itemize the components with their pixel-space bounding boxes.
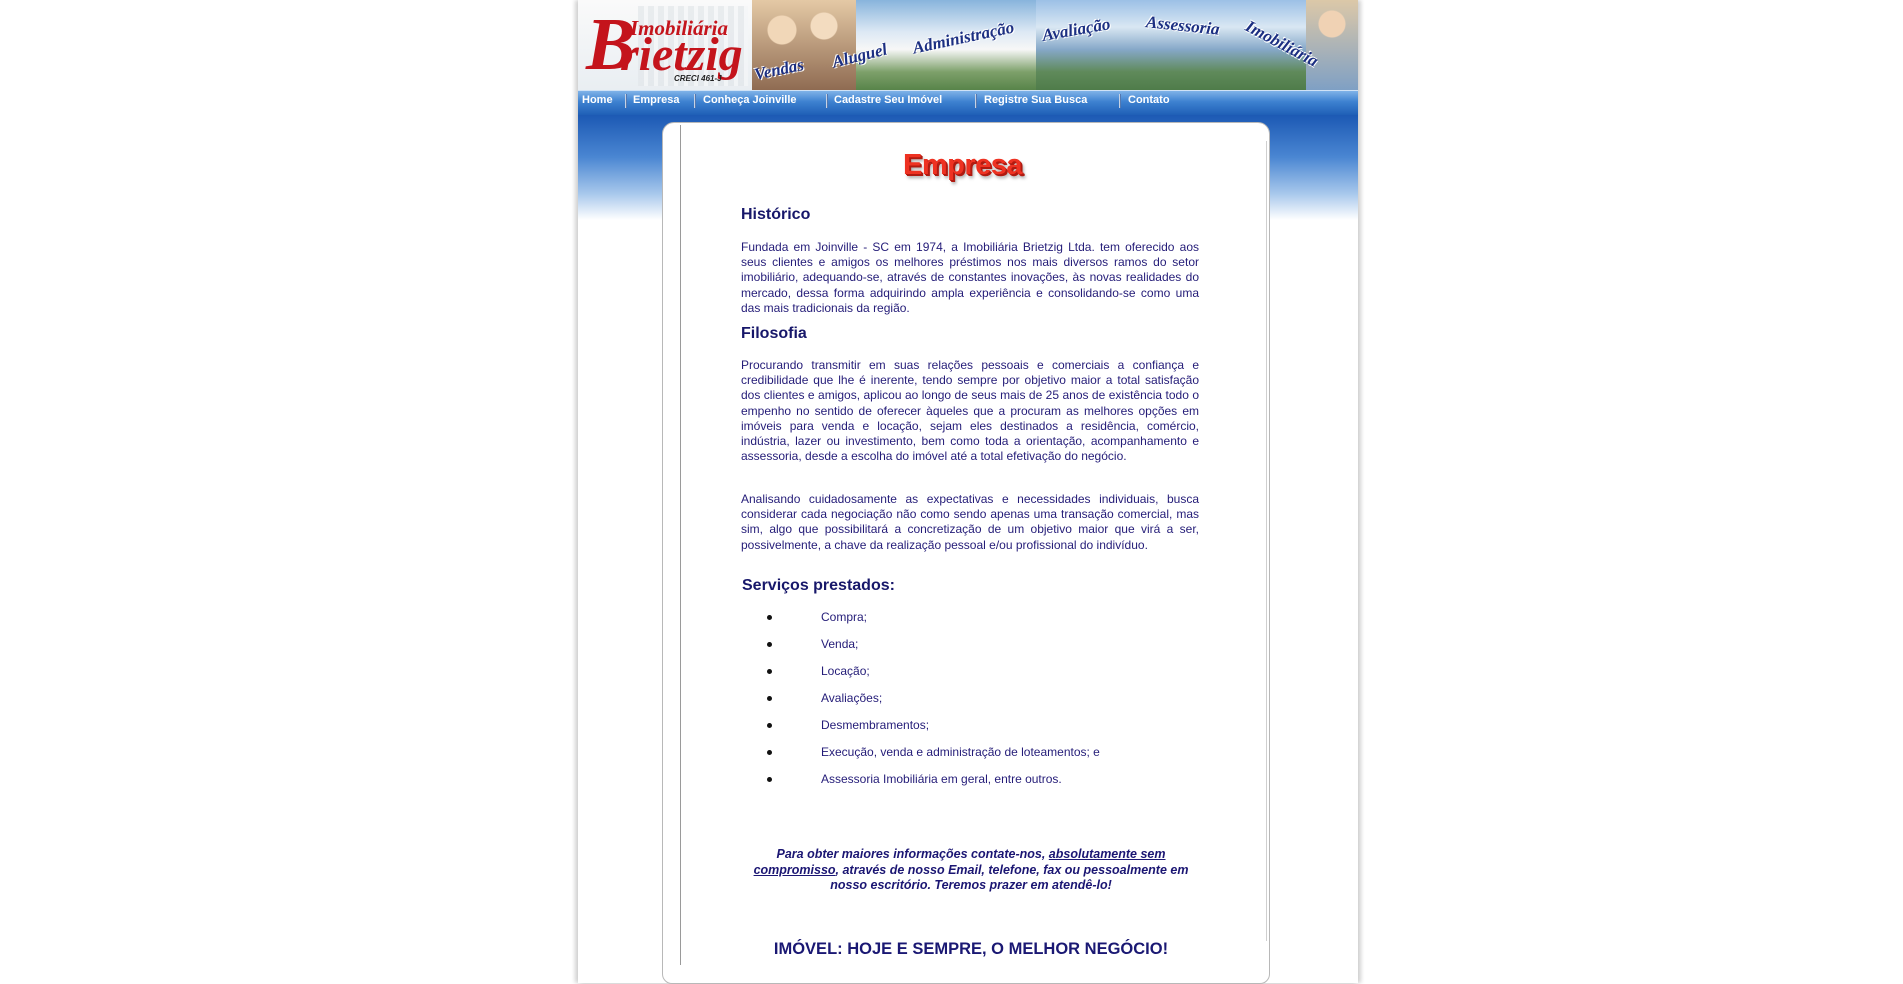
contact-note: Para obter maiores informações contate-n… — [741, 847, 1201, 894]
logo-creci: CRECI 461-J — [674, 74, 722, 83]
bullet-icon — [767, 669, 772, 674]
brietzig-logo[interactable]: Imobiliária B rietzig CRECI 461-J — [578, 0, 752, 90]
nav-separator — [826, 94, 828, 108]
service-label: Desmembramentos; — [821, 718, 930, 732]
nav-conheca-joinville[interactable]: Conheça Joinville — [703, 94, 797, 106]
service-label: Execução, venda e administração de lotea… — [821, 745, 1100, 759]
bullet-icon — [767, 723, 772, 728]
slogan: IMÓVEL: HOJE E SEMPRE, O MELHOR NEGÓCIO! — [773, 940, 1169, 958]
service-label: Locação; — [821, 664, 870, 678]
nav-contato[interactable]: Contato — [1128, 94, 1170, 106]
bullet-icon — [767, 696, 772, 701]
services-banner: Vendas Aluguel Administração Avaliação A… — [752, 0, 1358, 90]
bullet-icon — [767, 642, 772, 647]
service-label: Venda; — [821, 637, 859, 651]
nav-home[interactable]: Home — [582, 94, 613, 106]
header: Imobiliária B rietzig CRECI 461-J Vendas… — [578, 0, 1358, 90]
servicos-heading: Serviços prestados: — [742, 577, 895, 594]
bullet-icon — [767, 750, 772, 755]
service-label: Avaliações; — [821, 691, 883, 705]
contact-text-before: Para obter maiores informações contate-n… — [776, 847, 1049, 861]
panel-right-rule — [1266, 141, 1267, 941]
page-title: Empresa — [903, 149, 1023, 181]
main-nav: Home Empresa Conheça Joinville Cadastre … — [578, 90, 1358, 115]
nav-registre-sua-busca[interactable]: Registre Sua Busca — [984, 94, 1087, 106]
bullet-icon — [767, 777, 772, 782]
nav-separator — [694, 94, 696, 108]
historico-heading: Histórico — [741, 206, 811, 223]
contact-text-after: , através de nosso Email, telefone, fax … — [830, 862, 1189, 893]
nav-separator — [975, 94, 977, 108]
panel-left-rule — [680, 125, 681, 965]
service-label: Assessoria Imobiliária em geral, entre o… — [821, 772, 1062, 786]
bullet-icon — [767, 615, 772, 620]
filosofia-heading: Filosofia — [741, 325, 807, 342]
nav-empresa[interactable]: Empresa — [633, 94, 679, 106]
nav-separator — [1119, 94, 1121, 108]
filosofia-text-2: Analisando cuidadosamente as expectativa… — [741, 492, 1199, 552]
banner-agent-photo — [1306, 0, 1358, 90]
historico-text: Fundada em Joinville - SC em 1974, a Imo… — [741, 240, 1199, 315]
service-label: Compra; — [821, 610, 868, 624]
nav-cadastre-seu-imovel[interactable]: Cadastre Seu Imóvel — [834, 94, 942, 106]
nav-separator — [625, 94, 627, 108]
filosofia-text-1: Procurando transmitir em suas relações p… — [741, 358, 1199, 464]
